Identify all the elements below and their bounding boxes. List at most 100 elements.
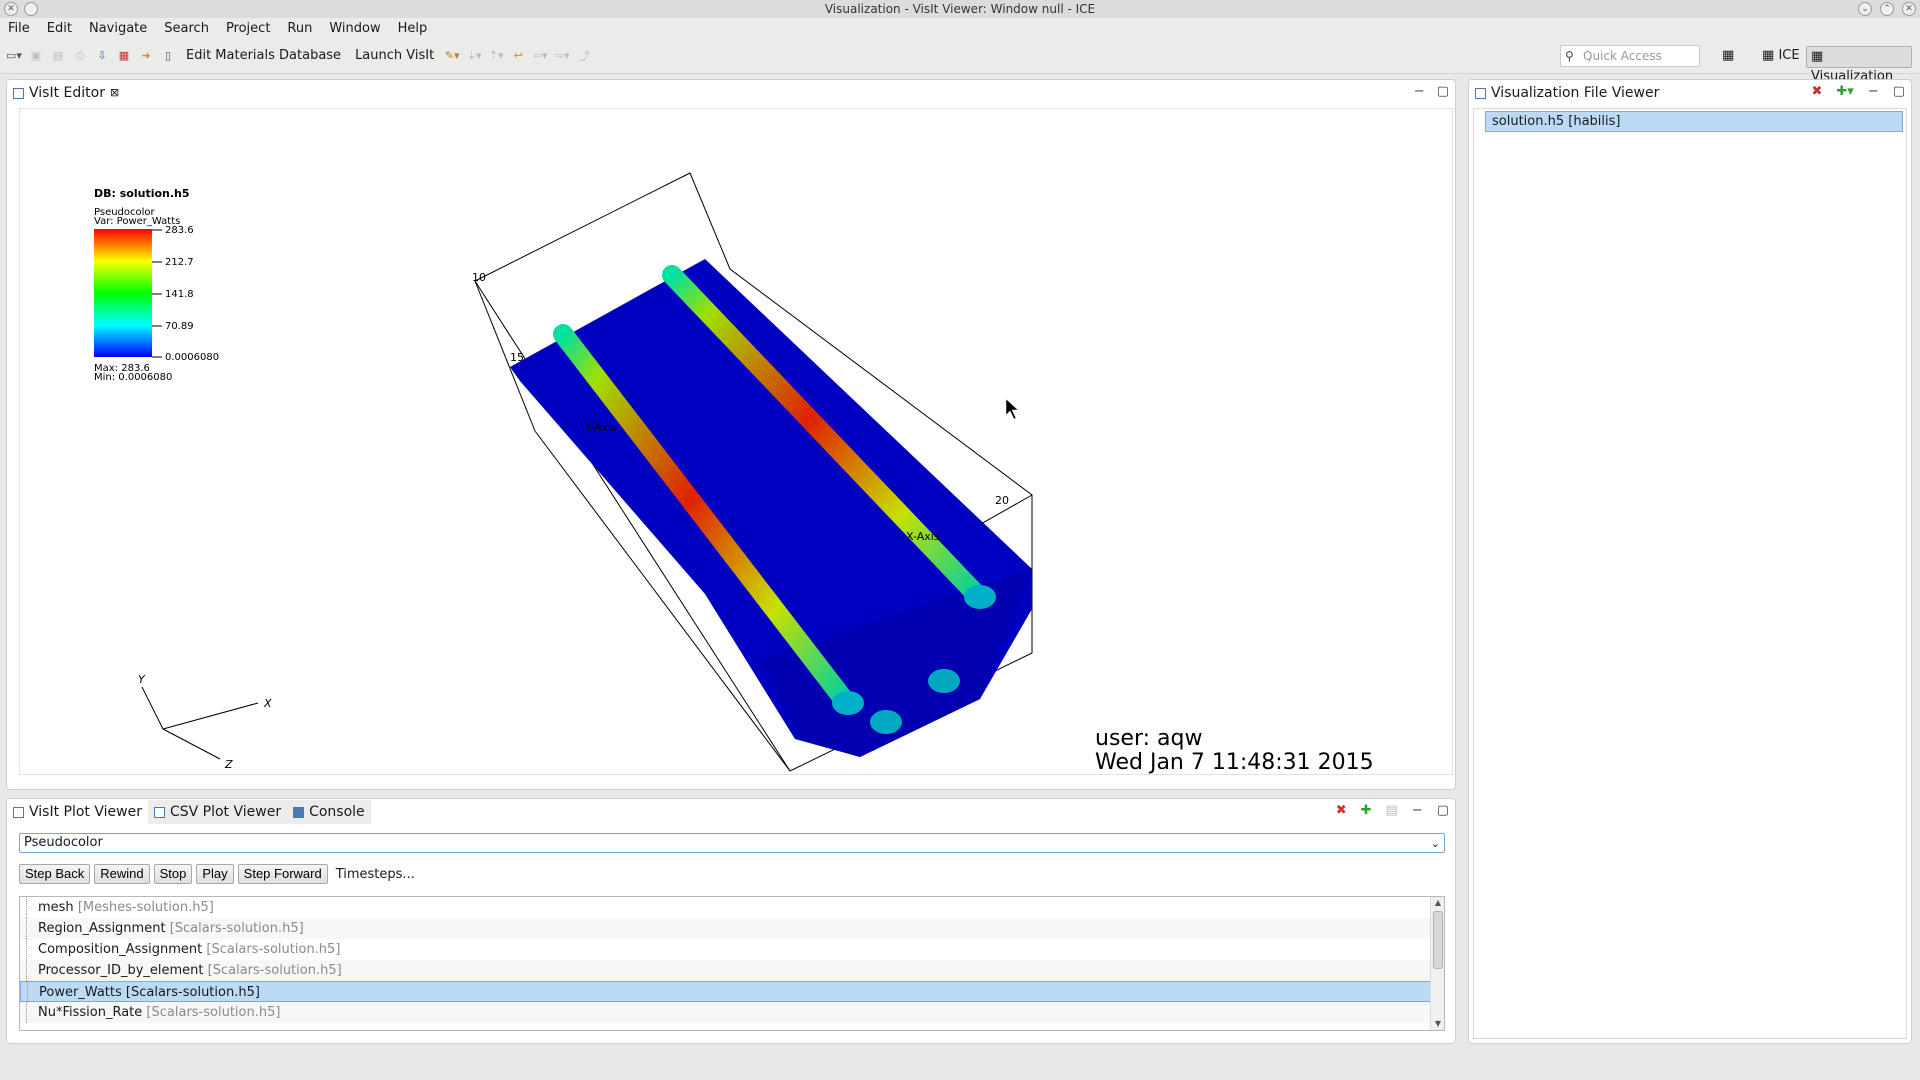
playback-controls: Step Back Rewind Stop Play Step Forward … xyxy=(19,861,1445,887)
minimize-icon[interactable]: − xyxy=(1412,803,1423,818)
quick-access-input[interactable]: ⚲ Quick Access xyxy=(1560,45,1700,67)
stop-button[interactable]: Stop xyxy=(153,864,193,884)
import-icon[interactable]: ⇩ xyxy=(94,48,110,64)
perspective-visualization[interactable]: ▦ Visualization xyxy=(1806,46,1912,84)
editor-icon xyxy=(13,87,24,99)
tab-csv-plot-viewer[interactable]: CSV Plot Viewer xyxy=(147,800,288,824)
axis-tick-10: 10 xyxy=(472,271,486,284)
pin-icon[interactable]: ✎▾ xyxy=(444,48,460,64)
menu-navigate[interactable]: Navigate xyxy=(89,21,147,36)
triad-x-label: X xyxy=(263,697,272,710)
scroll-up-icon[interactable]: ▲ xyxy=(1431,897,1444,909)
triad-y-label: Y xyxy=(138,673,146,686)
list-item[interactable]: mesh [Meshes-solution.h5] xyxy=(20,897,1444,918)
variable-list: mesh [Meshes-solution.h5] Region_Assignm… xyxy=(19,896,1445,1031)
legend-colorbar xyxy=(94,229,152,357)
close-window-icon[interactable]: ✕ xyxy=(1902,2,1916,16)
perspective-ice[interactable]: ▦ ICE xyxy=(1758,46,1804,68)
menu-file[interactable]: File xyxy=(8,21,30,36)
db-label: DB: solution.h5 xyxy=(94,187,190,200)
legend-tick-0: 283.6 xyxy=(165,225,194,236)
channel-end-2 xyxy=(870,710,902,734)
tab-visualization-file-viewer[interactable]: Visualization File Viewer xyxy=(1469,81,1666,105)
save-all-icon[interactable]: ▤ xyxy=(50,48,66,64)
pin-editor-icon[interactable]: ⤴ xyxy=(576,48,592,64)
edit-materials-button[interactable]: Edit Materials Database xyxy=(182,48,345,63)
file-item[interactable]: solution.h5 [habilis] xyxy=(1485,111,1903,132)
menu-search[interactable]: Search xyxy=(164,21,209,36)
channel-end-3 xyxy=(928,669,960,693)
window-close-icon[interactable]: ✕ xyxy=(4,2,18,16)
grid-icon[interactable]: ▦ xyxy=(116,48,132,64)
list-item[interactable]: Processor_ID_by_element [Scalars-solutio… xyxy=(20,960,1444,981)
x-axis-title: X-Axis xyxy=(906,530,940,543)
arrow-icon[interactable]: ➜ xyxy=(138,48,154,64)
menu-window[interactable]: Window xyxy=(329,21,380,36)
tab-console[interactable]: Console xyxy=(287,800,371,824)
back-icon[interactable]: ⇦▾ xyxy=(532,48,548,64)
forward-icon[interactable]: ⇨▾ xyxy=(554,48,570,64)
timesteps-link[interactable]: Timesteps... xyxy=(332,867,415,882)
tab-visit-plot-viewer[interactable]: VisIt Plot Viewer xyxy=(7,800,148,824)
axis-tick-15: 15 xyxy=(510,351,524,364)
rewind-button[interactable]: Rewind xyxy=(94,864,150,884)
document-icon[interactable]: ▯ xyxy=(160,48,176,64)
list-item-selected[interactable]: Power_Watts [Scalars-solution.h5] xyxy=(20,981,1444,1003)
copy-icon[interactable]: ▤ xyxy=(1386,803,1398,818)
next-annotation-icon[interactable]: ⇣▾ xyxy=(466,48,482,64)
play-button[interactable]: Play xyxy=(196,864,234,884)
prev-annotation-icon[interactable]: ⇡▾ xyxy=(488,48,504,64)
axis-triad xyxy=(141,686,259,760)
tab-visit-editor[interactable]: VisIt Editor ⊠ xyxy=(7,81,126,105)
variable-list-scrollbar[interactable]: ▲ ▼ xyxy=(1430,897,1444,1030)
add-file-icon[interactable]: ✚▾ xyxy=(1836,84,1853,99)
open-perspective-icon[interactable]: ▦ xyxy=(1718,46,1738,68)
window-title: Visualization - VisIt Viewer: Window nul… xyxy=(824,2,1096,16)
maximize-icon[interactable]: ▢ xyxy=(1437,84,1449,99)
minimize-icon[interactable]: − xyxy=(1414,84,1425,99)
menu-edit[interactable]: Edit xyxy=(47,21,72,36)
console-icon xyxy=(293,806,305,818)
add-plot-icon[interactable]: ✚ xyxy=(1361,803,1372,818)
last-edit-icon[interactable]: ↩ xyxy=(510,48,526,64)
visit-render-viewport[interactable]: DB: solution.h5 Pseudocolor Var: Power_W… xyxy=(19,108,1453,775)
list-item[interactable]: Composition_Assignment [Scalars-solution… xyxy=(20,939,1444,960)
minimize-window-icon[interactable]: ⌄ xyxy=(1858,2,1872,16)
triad-z-label: Z xyxy=(224,758,233,771)
menu-project[interactable]: Project xyxy=(226,21,270,36)
print-icon[interactable]: ⎙ xyxy=(72,48,88,64)
list-item[interactable]: Region_Assignment [Scalars-solution.h5] xyxy=(20,918,1444,939)
channel-end-1 xyxy=(964,585,996,609)
step-back-button[interactable]: Step Back xyxy=(19,864,91,884)
maximize-icon[interactable]: ▢ xyxy=(1437,803,1449,818)
scroll-thumb[interactable] xyxy=(1433,911,1443,969)
scroll-down-icon[interactable]: ▼ xyxy=(1431,1018,1444,1030)
visit-editor-panel: VisIt Editor ⊠ − ▢ DB: solution.h5 Pseud… xyxy=(6,79,1456,790)
date-label: Wed Jan 7 11:48:31 2015 xyxy=(1095,750,1374,775)
launch-visit-button[interactable]: Launch VisIt xyxy=(351,48,438,63)
file-tree xyxy=(1473,108,1907,1039)
legend-min: Min: 0.0006080 xyxy=(94,372,172,383)
step-forward-button[interactable]: Step Forward xyxy=(237,864,328,884)
menu-help[interactable]: Help xyxy=(398,21,428,36)
viewer-icon xyxy=(1475,87,1486,99)
maximize-icon[interactable]: ▢ xyxy=(1893,84,1905,99)
maximize-window-icon[interactable]: ⌃ xyxy=(1880,2,1894,16)
channel-end-0 xyxy=(832,691,864,715)
menubar: File Edit Navigate Search Project Run Wi… xyxy=(0,18,1920,38)
new-icon[interactable]: ▭▾ xyxy=(6,48,22,64)
delete-plot-icon[interactable]: ✖ xyxy=(1336,803,1347,818)
list-item[interactable]: Nu*Fission_Rate [Scalars-solution.h5] xyxy=(20,1002,1444,1023)
minimize-icon[interactable]: − xyxy=(1868,84,1879,99)
plot-type-select[interactable]: Pseudocolor ⌄ xyxy=(19,833,1445,853)
menu-run[interactable]: Run xyxy=(287,21,312,36)
binoculars-icon: ⚲ xyxy=(1565,49,1574,63)
axis-tick-20: 20 xyxy=(995,494,1009,507)
window-menu-icon[interactable] xyxy=(24,2,38,16)
legend-tick-2: 141.8 xyxy=(165,289,194,300)
delete-file-icon[interactable]: ✖ xyxy=(1811,84,1822,99)
mouse-cursor-icon xyxy=(1005,398,1019,420)
close-tab-icon[interactable]: ⊠ xyxy=(110,81,119,105)
save-icon[interactable]: ▣ xyxy=(28,48,44,64)
perspective-icon: ▦ xyxy=(1762,48,1775,63)
